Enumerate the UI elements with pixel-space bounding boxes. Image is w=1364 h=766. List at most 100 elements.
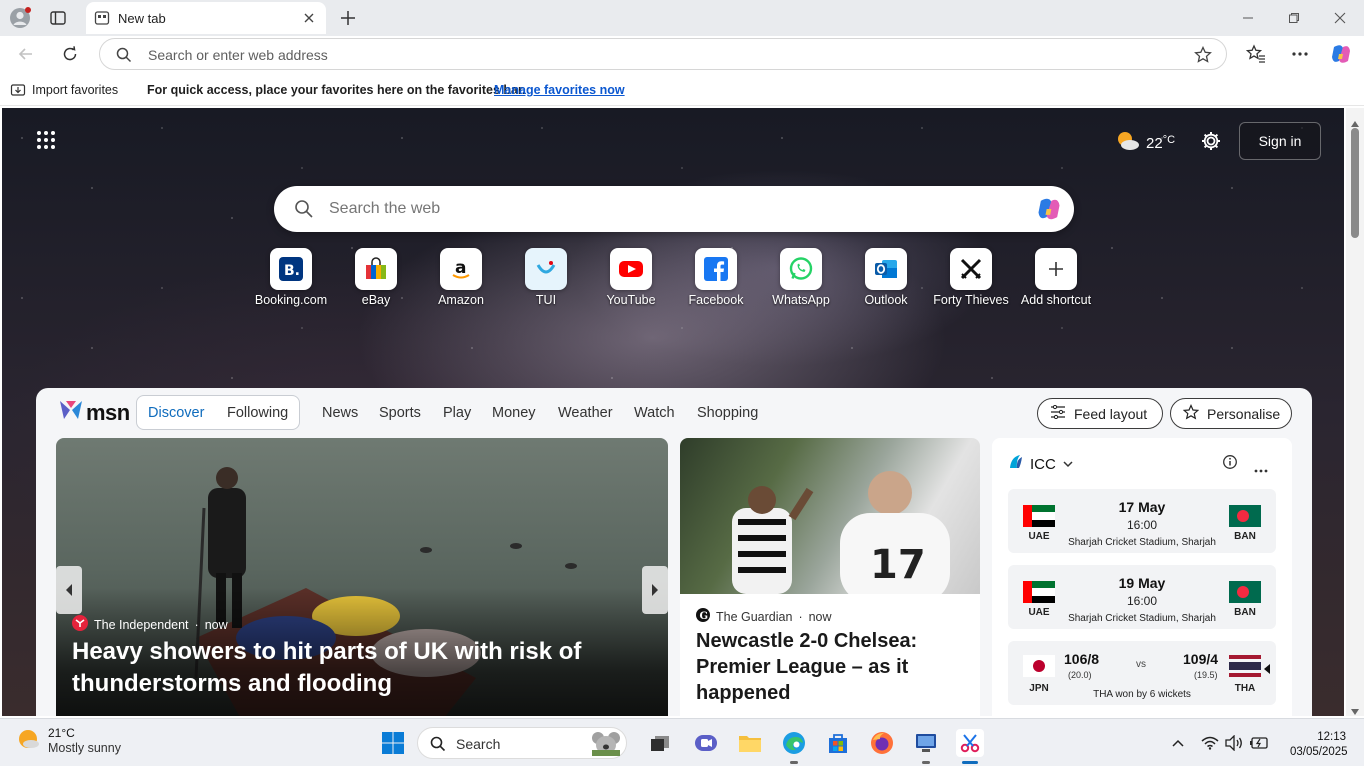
hero-article-card[interactable]: The Independent · now Heavy showers to h…	[56, 438, 668, 716]
shortcut-ebay[interactable]: eBay	[331, 248, 421, 307]
plus-icon	[1035, 248, 1077, 290]
weather-widget[interactable]: 22 °C	[1116, 130, 1175, 156]
personalise-button[interactable]: Personalise	[1170, 398, 1292, 429]
nav-watch[interactable]: Watch	[634, 405, 675, 421]
close-window-button[interactable]	[1328, 6, 1352, 30]
tab-discover[interactable]: Discover	[148, 405, 204, 421]
article-headline[interactable]: Newcastle 2-0 Chelsea: Premier League – …	[696, 628, 966, 706]
tab-bar: New tab	[0, 0, 1364, 36]
article-source-name: The Guardian	[716, 609, 793, 624]
edge-browser-icon[interactable]	[780, 729, 808, 757]
favorites-button[interactable]	[1244, 42, 1268, 66]
taskbar-weather[interactable]: 21°C Mostly sunny	[16, 726, 121, 756]
tab-new-tab[interactable]: New tab	[86, 2, 326, 34]
hero-headline[interactable]: Heavy showers to hit parts of UK with ri…	[72, 636, 632, 700]
shortcut-facebook[interactable]: Facebook	[671, 248, 761, 307]
nav-news[interactable]: News	[322, 405, 358, 421]
toolbar: Search or enter web address	[0, 36, 1364, 74]
shortcut-label: Outlook	[864, 293, 908, 307]
shortcut-label: Add shortcut	[1020, 293, 1092, 307]
meet-app-icon[interactable]	[692, 729, 720, 757]
import-favorites-button[interactable]: Import favorites	[32, 83, 118, 97]
nav-play[interactable]: Play	[443, 405, 471, 421]
show-hidden-icons-chevron[interactable]	[1164, 729, 1192, 757]
nav-weather[interactable]: Weather	[558, 405, 613, 421]
favorite-star-icon[interactable]	[1194, 45, 1212, 69]
scrollbar-thumb[interactable]	[1351, 128, 1359, 238]
new-tab-button[interactable]	[336, 6, 360, 30]
more-menu-button[interactable]	[1288, 42, 1312, 66]
article-card[interactable]: 17 G The Guardian · now Newcastle 2-0 Ch…	[680, 438, 980, 716]
taskbar-search-label: Search	[456, 736, 501, 752]
nav-money[interactable]: Money	[492, 405, 536, 421]
team-ban: BAN	[1234, 531, 1256, 542]
feed-layout-button[interactable]: Feed layout	[1037, 398, 1163, 429]
address-placeholder: Search or enter web address	[148, 47, 328, 63]
web-search-box[interactable]: Search the web	[274, 186, 1074, 232]
hero-source-name: The Independent	[94, 617, 189, 632]
manage-favorites-link[interactable]: Manage favorites now	[494, 83, 625, 97]
carousel-next-button[interactable]	[642, 566, 668, 614]
volume-icon[interactable]	[1220, 729, 1248, 757]
carousel-prev-button[interactable]	[56, 566, 82, 614]
shortcut-forty-thieves[interactable]: Forty Thieves	[926, 248, 1016, 307]
tab-following[interactable]: Following	[227, 405, 288, 421]
microsoft-store-icon[interactable]	[824, 729, 852, 757]
minimize-button[interactable]	[1236, 6, 1260, 30]
taskbar-search[interactable]: Search	[417, 727, 627, 759]
refresh-button[interactable]	[58, 42, 82, 66]
vertical-tabs-icon[interactable]	[46, 6, 70, 30]
booking-icon: B.	[270, 248, 312, 290]
shortcut-tui[interactable]: TUI	[501, 248, 591, 307]
shortcut-booking[interactable]: B. Booking.com	[246, 248, 336, 307]
snipping-tool-icon[interactable]	[956, 729, 984, 757]
icc-header[interactable]: ICC	[1008, 454, 1074, 474]
shortcut-label: Amazon	[438, 293, 484, 307]
info-icon[interactable]	[1222, 454, 1238, 475]
nav-sports[interactable]: Sports	[379, 405, 421, 421]
match-card[interactable]: UAE 17 May 16:00 Sharjah Cricket Stadium…	[1008, 489, 1276, 553]
msn-logo[interactable]: msn	[58, 398, 130, 428]
restore-button[interactable]	[1282, 6, 1306, 30]
versus-label: vs	[1136, 659, 1146, 670]
firefox-icon[interactable]	[868, 729, 896, 757]
sign-in-button[interactable]: Sign in	[1239, 122, 1321, 160]
match-card[interactable]: UAE 19 May 16:00 Sharjah Cricket Stadium…	[1008, 565, 1276, 629]
add-shortcut-button[interactable]: Add shortcut	[1011, 248, 1101, 307]
shortcut-outlook[interactable]: Outlook	[841, 248, 931, 307]
nav-shopping[interactable]: Shopping	[697, 405, 758, 421]
icc-cricket-widget: ICC UAE 17 May 16:00 Sharjah Cricket Sta…	[992, 438, 1292, 716]
match-result-card[interactable]: JPN 106/8 (20.0) vs 109/4 (19.5) THA THA…	[1008, 641, 1276, 705]
close-tab-icon[interactable]	[302, 11, 316, 30]
task-view-icon[interactable]	[646, 729, 674, 757]
score-team1: 106/8	[1064, 651, 1100, 667]
app-launcher-icon[interactable]	[36, 130, 56, 155]
settings-gear-icon[interactable]	[1200, 130, 1222, 157]
remote-desktop-icon[interactable]	[912, 729, 940, 757]
copilot-button[interactable]	[1328, 41, 1354, 67]
profile-avatar[interactable]	[8, 6, 32, 30]
weather-unit: °C	[1162, 134, 1176, 146]
chevron-down-icon[interactable]	[1062, 456, 1074, 473]
shortcut-label: WhatsApp	[772, 293, 830, 307]
file-explorer-icon[interactable]	[736, 729, 764, 757]
page-scrollbar[interactable]	[1346, 108, 1364, 716]
web-search-placeholder: Search the web	[329, 200, 441, 217]
taskbar-clock[interactable]: 12:13 03/05/2025	[1290, 730, 1348, 760]
svg-text:17: 17	[870, 542, 926, 588]
ebay-icon	[355, 248, 397, 290]
more-options-icon[interactable]	[1254, 460, 1268, 478]
shortcut-whatsapp[interactable]: WhatsApp	[756, 248, 846, 307]
msn-butterfly-icon	[58, 398, 84, 428]
copilot-icon[interactable]	[1034, 195, 1064, 228]
back-button[interactable]	[14, 42, 38, 66]
battery-charging-icon[interactable]	[1245, 729, 1273, 757]
score-team2: 109/4	[1183, 651, 1219, 667]
start-button[interactable]	[379, 729, 407, 757]
weather-temperature: 22	[1146, 134, 1163, 152]
address-bar[interactable]: Search or enter web address	[99, 38, 1227, 70]
shortcut-amazon[interactable]: a Amazon	[416, 248, 506, 307]
active-app-indicator	[790, 761, 798, 764]
shortcut-label: TUI	[535, 293, 557, 307]
shortcut-youtube[interactable]: YouTube	[586, 248, 676, 307]
